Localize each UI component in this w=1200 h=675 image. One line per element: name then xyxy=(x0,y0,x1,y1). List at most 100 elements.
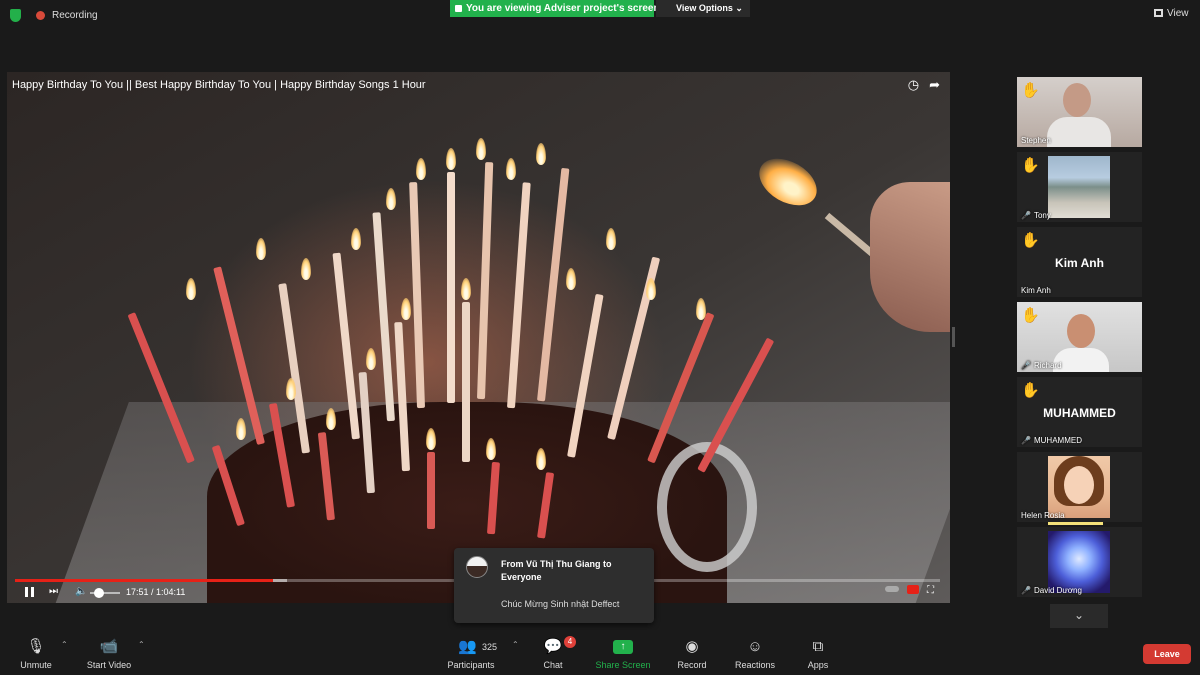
fullscreen-exit-icon[interactable]: ⛶ xyxy=(927,585,934,596)
recording-label[interactable]: Recording xyxy=(52,10,98,21)
muted-mic-icon: 🎤 xyxy=(1021,586,1031,595)
video-time: 17:51 / 1:04:11 xyxy=(126,587,186,597)
participant-name: Stephen xyxy=(1021,136,1051,145)
candle-flame xyxy=(696,298,706,320)
top-bar: Recording You are viewing Adviser projec… xyxy=(0,0,1200,30)
raised-hand-icon: ✋ xyxy=(1021,157,1040,174)
participants-count: 325 xyxy=(482,642,498,652)
chevron-up-icon: ⌃ xyxy=(138,640,145,649)
candle-flame xyxy=(186,278,196,300)
participant-tile-richard[interactable]: ✋ 🎤 Richard xyxy=(1017,302,1142,372)
video-top-icons: ◷ ➦ xyxy=(898,77,940,93)
apps-button[interactable]: ⧉ Apps xyxy=(804,630,832,675)
candle xyxy=(409,181,425,408)
volume-knob[interactable] xyxy=(94,588,104,598)
candle-flame xyxy=(446,148,456,170)
participant-tile-muhammed[interactable]: ✋ MUHAMMED 🎤 MUHAMMED xyxy=(1017,377,1142,447)
participant-tile-helen[interactable]: Helen Rosia xyxy=(1017,452,1142,522)
unmute-button[interactable]: 🎙 Unmute xyxy=(14,630,58,675)
participants-button[interactable]: 👥 325 Participants xyxy=(444,630,498,675)
share-icon[interactable]: ➦ xyxy=(929,77,940,92)
recording-icon xyxy=(36,11,45,20)
audio-options-caret[interactable]: ⌃ xyxy=(56,630,68,675)
candle-flame xyxy=(646,278,656,300)
participant-name-row: 🎤 MUHAMMED xyxy=(1021,436,1082,445)
participant-name: David Dương xyxy=(1033,586,1082,595)
shield-icon[interactable] xyxy=(10,9,21,22)
chat-badge: 4 xyxy=(564,636,576,648)
candle-flame xyxy=(606,228,616,250)
smiley-plus-icon: ☺ xyxy=(747,638,763,655)
video-title[interactable]: Happy Birthday To You || Best Happy Birt… xyxy=(12,79,426,91)
candle-flame xyxy=(536,448,546,470)
participant-picture xyxy=(1048,531,1110,593)
resize-handle[interactable] xyxy=(952,327,955,347)
participant-tile-kim-anh[interactable]: ✋ Kim Anh Kim Anh xyxy=(1017,227,1142,297)
video-options-caret[interactable]: ⌃ xyxy=(133,630,145,675)
reactions-label: Reactions xyxy=(734,660,776,670)
grid-icon xyxy=(1154,9,1163,17)
candle-flame xyxy=(506,158,516,180)
unmute-label: Unmute xyxy=(20,660,52,670)
record-button[interactable]: ◉ Record xyxy=(674,630,710,675)
candle-flame xyxy=(301,258,311,280)
candle-flame xyxy=(486,438,496,460)
volume-icon[interactable]: 🔈 xyxy=(75,586,87,597)
participants-options-caret[interactable]: ⌃ xyxy=(507,630,519,675)
start-video-button[interactable]: 📹 Start Video xyxy=(82,630,136,675)
view-options-button[interactable]: View Options ⌄ xyxy=(656,0,750,17)
match-flame-image xyxy=(751,149,825,215)
raised-hand-icon: ✋ xyxy=(1021,82,1040,99)
shared-video[interactable]: Happy Birthday To You || Best Happy Birt… xyxy=(7,72,950,603)
raised-hand-icon: ✋ xyxy=(1021,382,1040,399)
view-button[interactable]: View xyxy=(1154,8,1189,19)
muted-mic-icon: 🎙 xyxy=(26,638,46,655)
screen-share-icon xyxy=(455,5,462,12)
chat-label: Chat xyxy=(543,660,563,670)
candle-flame xyxy=(366,348,376,370)
candle-flame xyxy=(236,418,246,440)
participant-big-name: MUHAMMED xyxy=(1043,406,1116,420)
chevron-up-icon: ⌃ xyxy=(61,640,68,649)
active-speaker-bar xyxy=(1048,522,1103,525)
participant-picture xyxy=(1048,156,1110,218)
candle-flame xyxy=(386,188,396,210)
muted-mic-icon: 🎤 xyxy=(1021,436,1031,445)
participant-tile-tony[interactable]: ✋ 🎤 Tony xyxy=(1017,152,1142,222)
candle-flame xyxy=(326,408,336,430)
participant-big-name: Kim Anh xyxy=(1055,256,1104,270)
apps-icon: ⧉ xyxy=(812,638,824,655)
candle-flame xyxy=(286,378,296,400)
scroll-down-button[interactable]: ⌄ xyxy=(1050,604,1108,628)
muted-mic-icon: 🎤 xyxy=(1021,361,1031,370)
leave-button[interactable]: Leave xyxy=(1143,644,1191,664)
share-screen-label: Share Screen xyxy=(595,660,651,670)
youtube-icon[interactable] xyxy=(907,585,919,594)
chat-notification[interactable]: From Vũ Thị Thu Giang to Everyone Chúc M… xyxy=(454,548,654,623)
participant-name-row: 🎤 Richard xyxy=(1021,361,1062,370)
candle xyxy=(427,452,435,529)
clock-icon[interactable]: ◷ xyxy=(908,77,919,92)
candle-flame xyxy=(461,278,471,300)
candle-flame xyxy=(416,158,426,180)
next-icon[interactable]: ⏭ xyxy=(49,586,58,597)
autoplay-toggle[interactable] xyxy=(885,586,899,592)
chat-button[interactable]: 💬 4 Chat xyxy=(538,630,576,675)
participant-tile-stephen[interactable]: ✋ Stephen xyxy=(1017,77,1142,147)
candle-flame xyxy=(256,238,266,260)
pause-icon[interactable] xyxy=(25,587,34,597)
chevron-down-icon: ⌄ xyxy=(735,3,743,13)
record-label: Record xyxy=(677,660,707,670)
progress-played xyxy=(15,579,274,582)
candle-flame xyxy=(351,228,361,250)
share-screen-button[interactable]: ↑ Share Screen xyxy=(592,630,654,675)
video-off-icon: 📹 xyxy=(99,638,119,655)
participant-tile-david[interactable]: 🎤 David Dương xyxy=(1017,527,1142,597)
reactions-button[interactable]: ☺ Reactions xyxy=(732,630,778,675)
candle xyxy=(372,212,395,422)
raised-hand-icon: ✋ xyxy=(1021,307,1040,324)
share-screen-icon: ↑ xyxy=(613,640,633,654)
meeting-toolbar: 🎙 Unmute ⌃ 📹 Start Video ⌃ 👥 325 Partici… xyxy=(0,630,1200,675)
candle xyxy=(462,302,470,462)
candle xyxy=(507,182,531,408)
